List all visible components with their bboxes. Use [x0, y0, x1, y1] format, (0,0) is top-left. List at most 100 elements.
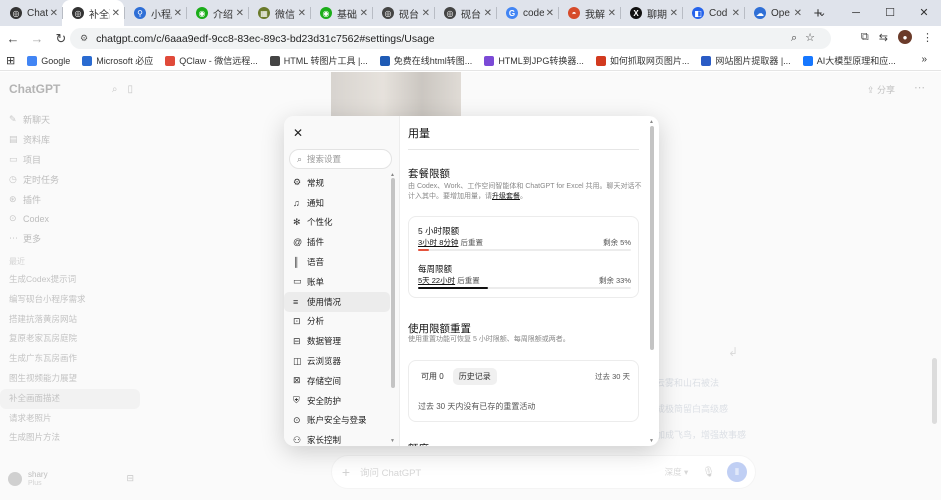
- code-favicon-icon: ◧: [692, 7, 704, 19]
- scroll-down-arrow-icon[interactable]: ▼: [390, 438, 395, 444]
- settings-nav-item[interactable]: ▭ 账单: [284, 272, 390, 292]
- tab-close-icon[interactable]: ✕: [298, 8, 306, 19]
- settings-content-scrollbar[interactable]: [650, 126, 654, 350]
- tab-label: Chat: [27, 7, 48, 19]
- period-select[interactable]: 过去 30 天: [595, 371, 630, 382]
- tab-close-icon[interactable]: ✕: [670, 8, 678, 19]
- media-icon[interactable]: ⇆: [879, 31, 888, 44]
- tab-close-icon[interactable]: ✕: [422, 8, 430, 19]
- bookmark-favicon-icon: [82, 55, 93, 66]
- browser-tab[interactable]: ☁ Ope ✕: [744, 0, 806, 26]
- close-icon[interactable]: ✕: [293, 126, 303, 140]
- browser-menu-icon[interactable]: ⋮: [922, 31, 933, 44]
- bookmark-item[interactable]: 网站图片提取器 |...: [701, 54, 791, 67]
- settings-nav-item[interactable]: ⛨ 安全防护: [284, 391, 390, 411]
- browser-tab[interactable]: ⚲ 小程序✕: [124, 0, 186, 26]
- bookmark-item[interactable]: 免费在线html转图...: [379, 54, 472, 67]
- settings-nav-item[interactable]: ✻ 个性化: [284, 213, 390, 233]
- tab-close-icon[interactable]: ✕: [112, 8, 120, 19]
- settings-nav-item[interactable]: ⚙ 常规: [284, 173, 390, 193]
- settings-nav-item[interactable]: ⚇ 家长控制: [284, 430, 390, 446]
- maximize-button[interactable]: ☐: [873, 0, 907, 26]
- page-title: 用量: [408, 128, 430, 140]
- minimize-button[interactable]: ─: [839, 0, 873, 26]
- bookmark-favicon-icon: [701, 55, 712, 66]
- limit-remaining: 剩余 33%: [598, 276, 631, 285]
- plan-limits-description: 由 Codex、Work、工作空间智能体和 ChatGPT for Excel …: [408, 182, 642, 202]
- plan-limits-title: 套餐限额: [408, 168, 450, 180]
- scroll-up-arrow-icon[interactable]: ▲: [649, 119, 654, 125]
- settings-nav-item[interactable]: ≡ 使用情况: [284, 291, 390, 312]
- reload-icon[interactable]: ↻: [50, 31, 72, 47]
- extensions-icon[interactable]: ⧉: [861, 31, 869, 44]
- browser-tab[interactable]: Gcode ✕: [496, 0, 558, 26]
- tab-history[interactable]: 历史记录: [452, 368, 497, 385]
- browser-tab[interactable]: ◎ 砚台 ✕: [434, 0, 496, 26]
- browser-tab[interactable]: ◉ 介绍 ✕: [186, 0, 248, 26]
- divider: [408, 149, 639, 150]
- tab-close-icon[interactable]: ✕: [50, 8, 58, 19]
- tab-close-icon[interactable]: ✕: [360, 8, 368, 19]
- limit-5h: 5 小时限额 3小时 8分钟 后重置 剩余 5%: [418, 225, 631, 251]
- tab-label: 介绍: [213, 9, 233, 21]
- browser-tab[interactable]: ◎ 补全副✕: [62, 0, 124, 26]
- bookmark-item[interactable]: QClaw - 微信远程...: [165, 54, 258, 67]
- upgrade-plan-link[interactable]: 升级套餐: [492, 193, 520, 200]
- bookmarks-more-button[interactable]: »: [921, 54, 927, 65]
- bookmark-label: Google: [41, 55, 71, 66]
- tab-close-icon[interactable]: ✕: [546, 8, 554, 19]
- bookmark-item[interactable]: 如何抓取网页图片...: [595, 54, 690, 67]
- settings-nav-item[interactable]: ║ 语音: [284, 252, 390, 272]
- apps-grid-icon[interactable]: ⊞: [6, 54, 15, 67]
- toolbar-right: ⧉ ⇆ ● ⋮: [861, 30, 933, 44]
- bookmark-item[interactable]: HTML 转图片工具 |...: [269, 54, 368, 67]
- site-info-icon[interactable]: ⚙: [80, 33, 88, 44]
- reset-section-description: 使用重置功能可恢复 5 小时限额、每周限额或两者。: [408, 336, 570, 343]
- url-field[interactable]: ⚙ chatgpt.com/c/6aaa9edf-9cc8-83ec-89c3-…: [70, 28, 831, 49]
- browser-tab[interactable]: ◎ Chat ✕: [0, 0, 62, 26]
- browser-tab[interactable]: ◉ 基础 ✕: [310, 0, 372, 26]
- settings-nav-item[interactable]: ⊠ 存储空间: [284, 371, 390, 391]
- back-arrow-icon[interactable]: ←: [2, 31, 24, 46]
- forward-arrow-icon[interactable]: →: [26, 31, 48, 46]
- bookmark-item[interactable]: AI大模型原理和应...: [802, 54, 896, 67]
- settings-nav-label: 存储空间: [307, 375, 342, 386]
- settings-nav-scrollbar[interactable]: [391, 178, 395, 388]
- limit-reset: 5天 22小时 后重置: [418, 275, 480, 286]
- settings-nav-item[interactable]: ◫ 云浏览器: [284, 351, 390, 371]
- tab-label: 聊期: [647, 9, 667, 21]
- browser-tab[interactable]: X 聊期 ✕: [620, 0, 682, 26]
- scroll-down-arrow-icon[interactable]: ▼: [649, 438, 654, 444]
- bookmarks-bar: ⊞ Google Microsoft 必应 QClaw - 微信远程... HTML …: [0, 51, 941, 71]
- bookmark-item[interactable]: Google: [27, 54, 70, 67]
- bookmark-favicon-icon: [165, 55, 176, 66]
- browser-tab[interactable]: ◓ 我解 ✕: [558, 0, 620, 26]
- settings-nav-item[interactable]: ♫ 通知: [284, 193, 390, 213]
- browser-tab[interactable]: ◧ Cod ✕: [682, 0, 744, 26]
- bookmark-label: QClaw - 微信远程...: [179, 56, 258, 66]
- limits-card: 5 小时限额 3小时 8分钟 后重置 剩余 5% 每周限额 5天 22小时 后重…: [408, 216, 639, 298]
- browser-tab[interactable]: ◎ 砚台 ✕: [372, 0, 434, 26]
- tab-close-icon[interactable]: ✕: [608, 8, 616, 19]
- settings-nav-item[interactable]: ⊡ 分析: [284, 312, 390, 332]
- settings-nav-label: 安全防护: [307, 395, 342, 406]
- settings-nav-item[interactable]: ⊙ 账户安全与登录: [284, 411, 390, 431]
- bookmark-label: 如何抓取网页图片...: [609, 56, 690, 66]
- tab-close-icon[interactable]: ✕: [236, 8, 244, 19]
- tab-close-icon[interactable]: ✕: [174, 8, 182, 19]
- tab-close-icon[interactable]: ✕: [794, 8, 802, 19]
- limit-progress-fill: [418, 249, 429, 251]
- tab-available[interactable]: 可用 0: [415, 368, 450, 385]
- tab-close-icon[interactable]: ✕: [484, 8, 492, 19]
- tab-close-icon[interactable]: ✕: [732, 8, 740, 19]
- settings-nav-item[interactable]: ⊟ 数据管理: [284, 331, 390, 351]
- bookmark-item[interactable]: Microsoft 必应: [82, 54, 153, 67]
- bookmark-item[interactable]: HTML到JPG转换器...: [484, 54, 584, 67]
- profile-avatar[interactable]: ●: [898, 30, 912, 44]
- tab-search-icon[interactable]: ⌄: [805, 0, 839, 26]
- browser-tab[interactable]: ▦ 微信 ✕: [248, 0, 310, 26]
- close-window-button[interactable]: ✕: [907, 0, 941, 26]
- settings-search-input[interactable]: ⌕ 搜索设置: [289, 149, 392, 169]
- zoom-and-bookmark-icons[interactable]: ⌕☆: [791, 31, 823, 45]
- settings-nav-item[interactable]: @ 插件: [284, 232, 390, 252]
